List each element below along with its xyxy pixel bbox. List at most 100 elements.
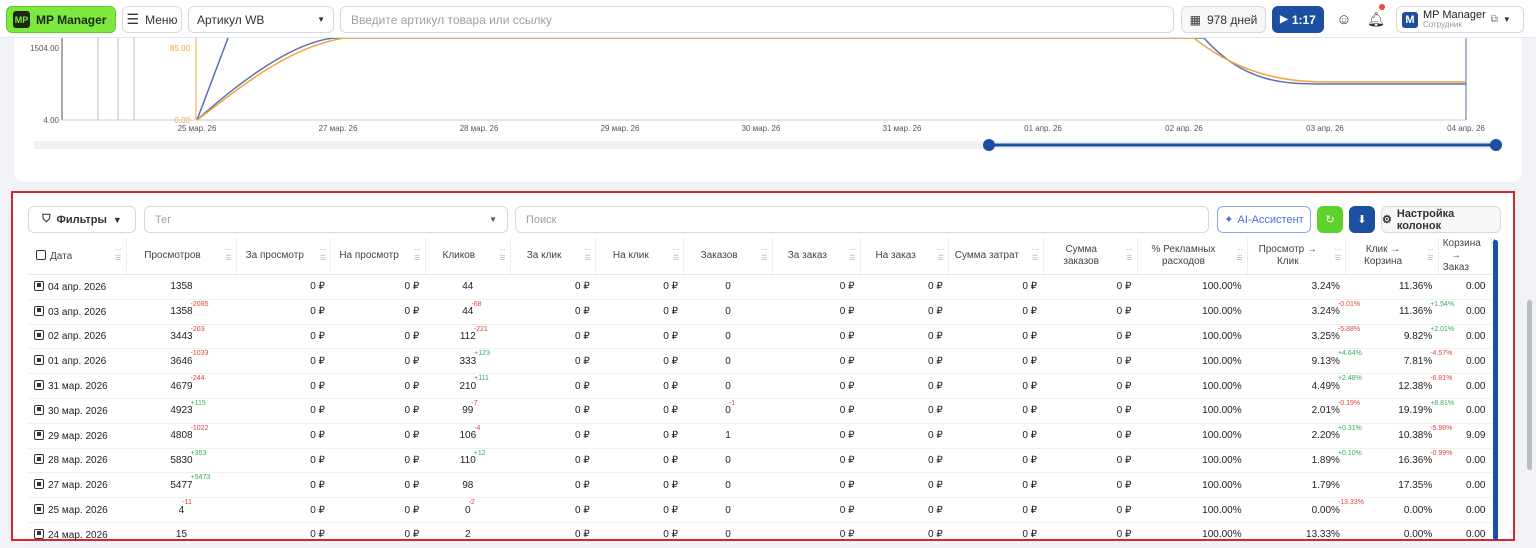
- table-cell-zz: 0 ₽: [772, 299, 861, 325]
- cell-value: 100.00%: [1202, 529, 1242, 541]
- table-row[interactable]: 01 апр. 2026 3646 -1033 0 ₽ 0 ₽ 333 +123 0 ₽ 0 ₽…: [28, 348, 1492, 375]
- table-row[interactable]: 03 апр. 2026 1358 -2085 0 ₽ 0 ₽ 44 -68 0 ₽ 0 ₽ 0 0…: [28, 299, 1492, 325]
- column-menu-icon[interactable]: ⋯ ☰: [1427, 247, 1434, 263]
- table-row[interactable]: 24 мар. 2026 15 0 ₽ 0 ₽ 2 0 ₽ 0 ₽ 0 0 ₽ 0 ₽ 0 ₽ 0 ₽…: [28, 522, 1492, 548]
- column-header[interactable]: На заказ ⋯ ☰: [860, 238, 950, 275]
- column-menu-icon[interactable]: ⋯ ☰: [319, 247, 326, 263]
- notifications-button[interactable]: 🔔︎: [1364, 4, 1388, 33]
- table-cell-clicks: 333 +123: [425, 348, 511, 375]
- table-cell-np: 0 ₽: [330, 373, 426, 399]
- column-menu-icon[interactable]: ⋯ ☰: [115, 247, 122, 263]
- table-cell-cost: 0 ₽: [948, 398, 1044, 424]
- row-checkbox[interactable]: [34, 454, 44, 465]
- column-menu-icon[interactable]: ⋯ ☰: [672, 247, 679, 263]
- range-slider-handle-right[interactable]: [1490, 139, 1502, 151]
- column-header[interactable]: Сумма затрат ⋯ ☰: [948, 238, 1044, 275]
- table-cell-nk: 0 ₽: [595, 324, 684, 350]
- column-menu-icon[interactable]: ⋯ ☰: [584, 247, 591, 263]
- ai-label: AI-Ассистент: [1237, 213, 1304, 226]
- row-checkbox[interactable]: [34, 280, 44, 291]
- scroll-up-icon[interactable]: ▲: [1491, 238, 1498, 245]
- row-checkbox[interactable]: [34, 404, 44, 415]
- table-row[interactable]: 27 мар. 2026 5477 +5473 0 ₽ 0 ₽ 98 0 ₽ 0 ₽ 0 0 ₽ 0…: [28, 472, 1492, 499]
- row-checkbox[interactable]: [34, 504, 44, 515]
- column-header[interactable]: Сумма заказов ⋯ ☰: [1043, 238, 1138, 275]
- row-checkbox[interactable]: [34, 528, 44, 539]
- video-button[interactable]: ▶ 1:17: [1272, 6, 1324, 33]
- table-search-input[interactable]: Поиск: [515, 206, 1209, 233]
- column-header[interactable]: Заказов ⋯ ☰: [683, 238, 773, 275]
- subscription-days-button[interactable]: ▦ 978 дней: [1181, 6, 1266, 33]
- table-row[interactable]: 28 мар. 2026 5830 +353 0 ₽ 0 ₽ 110 +12 0 ₽ 0 ₽ 0 0…: [28, 448, 1492, 474]
- row-checkbox[interactable]: [34, 355, 44, 366]
- column-menu-icon[interactable]: ⋯ ☰: [414, 247, 421, 263]
- column-menu-icon[interactable]: ⋯ ☰: [1126, 247, 1133, 263]
- menu-button[interactable]: ☰ Меню: [122, 6, 182, 33]
- ai-assistant-button[interactable]: ✦ AI-Ассистент: [1217, 206, 1311, 233]
- select-all-checkbox[interactable]: [36, 249, 46, 260]
- column-header-label: За просмотр: [245, 250, 304, 261]
- row-checkbox[interactable]: [34, 429, 44, 440]
- column-menu-icon[interactable]: ⋯ ☰: [849, 247, 856, 263]
- row-checkbox[interactable]: [34, 479, 44, 490]
- table-cell-views: 4808 -1022: [126, 423, 237, 449]
- logo-button[interactable]: MP MP Manager: [6, 6, 116, 33]
- table-cell-co: 0.00: [1438, 448, 1492, 474]
- cell-value: 0 ₽: [928, 306, 943, 318]
- column-menu-icon[interactable]: ⋯ ☰: [761, 247, 768, 263]
- feedback-button[interactable]: ☺: [1332, 6, 1356, 33]
- column-header[interactable]: Корзина → Заказ: [1438, 238, 1493, 275]
- user-role: Сотрудник: [1423, 19, 1462, 29]
- tag-select[interactable]: Тег ▼: [144, 206, 508, 233]
- table-cell-zp: 0 ₽: [236, 522, 331, 548]
- column-header[interactable]: На клик ⋯ ☰: [595, 238, 685, 275]
- cell-value: 0 ₽: [404, 430, 420, 442]
- column-menu-icon[interactable]: ⋯ ☰: [937, 247, 944, 263]
- refresh-button[interactable]: ↻: [1317, 206, 1343, 233]
- cell-value: 0 ₽: [1022, 529, 1038, 541]
- cell-value: 0 ₽: [663, 405, 678, 417]
- table-row[interactable]: 02 апр. 2026 3443 -203 0 ₽ 0 ₽ 112 -221 0 ₽ 0 ₽ 0…: [28, 324, 1492, 350]
- table-cell-np: 0 ₽: [330, 348, 426, 375]
- table-row[interactable]: 30 мар. 2026 4923 +115 0 ₽0 ₽99 -7 0 ₽0 ₽0 -1 0…: [28, 398, 1492, 424]
- column-header[interactable]: Просмотр → Клик ⋯ ☰: [1247, 238, 1347, 275]
- column-header[interactable]: На просмотр ⋯ ☰: [330, 238, 426, 275]
- article-search-input[interactable]: Введите артикул товара или ссылку: [340, 6, 1174, 33]
- column-header[interactable]: Кликов ⋯ ☰: [425, 238, 511, 275]
- table-row[interactable]: 04 апр. 2026 1358 0 ₽ 0 ₽ 44 0 ₽ 0 ₽ 0 0 ₽ 0 ₽ 0 ₽…: [28, 274, 1492, 300]
- column-header[interactable]: За заказ ⋯ ☰: [772, 238, 861, 275]
- column-header[interactable]: За просмотр ⋯ ☰: [236, 238, 332, 275]
- table-scrollbar[interactable]: [1493, 240, 1498, 540]
- column-header-label: Корзина → Заказ: [1442, 238, 1481, 273]
- column-header[interactable]: За клик ⋯ ☰: [510, 238, 597, 275]
- page-scrollbar[interactable]: [1527, 300, 1532, 470]
- column-menu-icon[interactable]: ⋯ ☰: [1334, 247, 1341, 263]
- table-row[interactable]: 31 мар. 2026 4679 -244 0 ₽ 0 ₽ 210 +111 0 ₽ 0 ₽ 0…: [28, 373, 1492, 399]
- column-header[interactable]: Клик → Корзина ⋯ ☰: [1345, 238, 1439, 275]
- table-cell-vc: 4.49% +2.48%: [1247, 373, 1362, 399]
- user-menu[interactable]: M MP Manager Сотрудник ⧉ ▼: [1396, 6, 1524, 33]
- table-cell-cost: 0 ₽: [948, 274, 1044, 300]
- cell-value: 0 ₽: [574, 306, 590, 318]
- table-row[interactable]: 25 мар. 2026 4 -11 0 ₽0 ₽0 -2 0 ₽0 ₽0 0 ₽0 ₽0 …: [28, 497, 1492, 523]
- row-checkbox[interactable]: [34, 380, 44, 391]
- column-menu-icon[interactable]: ⋯ ☰: [1236, 247, 1243, 263]
- column-header[interactable]: Просмотров ⋯ ☰: [126, 238, 238, 275]
- download-button[interactable]: ⬇: [1349, 206, 1375, 233]
- column-menu-icon[interactable]: ⋯ ☰: [499, 247, 506, 263]
- chevron-down-icon: ▼: [317, 15, 325, 24]
- cell-value: 25 мар. 2026: [48, 505, 108, 517]
- article-type-select[interactable]: Артикул WB ▼: [188, 6, 334, 33]
- filters-button[interactable]: ⛉ Фильтры ▼: [28, 206, 136, 233]
- article-search-placeholder: Введите артикул товара или ссылку: [351, 12, 552, 27]
- table-row[interactable]: 29 мар. 2026 4808 -1022 0 ₽0 ₽106 -4 0 ₽0 ₽1 0…: [28, 423, 1492, 449]
- column-header[interactable]: Дата ⋯ ☰: [28, 238, 127, 275]
- delta-badge: -4: [474, 424, 481, 432]
- column-menu-icon[interactable]: ⋯ ☰: [1032, 247, 1039, 263]
- column-menu-icon[interactable]: ⋯ ☰: [225, 247, 232, 263]
- column-settings-button[interactable]: ⚙ Настройка колонок: [1381, 206, 1501, 233]
- range-slider-handle-left[interactable]: [983, 139, 995, 151]
- row-checkbox[interactable]: [34, 305, 44, 316]
- column-header[interactable]: % Рекламных расходов ⋯ ☰: [1137, 238, 1249, 275]
- row-checkbox[interactable]: [34, 330, 44, 341]
